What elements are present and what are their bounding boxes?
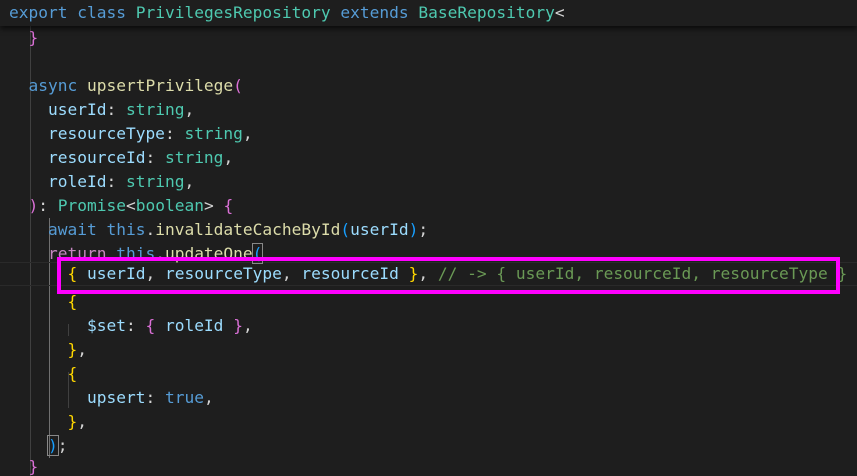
option-value: true [164,388,204,407]
code-line[interactable]: await this.invalidateCacheById(userId); [9,218,428,242]
code-line[interactable]: }, [9,338,87,362]
open-brace: { [145,316,156,335]
param-type: string [164,148,224,167]
comma: , [184,100,195,119]
update-operator: $set [86,316,126,335]
param-type: string [184,124,243,143]
comma: , [77,412,87,431]
semicolon: ; [57,436,68,455]
close-paren: ) [408,220,419,239]
return-type: Promise [57,196,126,215]
code-line[interactable]: } [9,455,39,476]
colon: : [125,316,146,335]
open-paren: ( [340,220,351,239]
code-line[interactable]: { [9,362,77,386]
comma: , [77,340,87,359]
update-field: roleId [164,316,224,335]
close-brace: } [67,340,78,359]
colon: : [38,196,58,215]
open-brace: { [67,364,78,383]
code-editor[interactable]: export class PrivilegesRepository extend… [0,0,857,476]
close-brace: } [233,316,243,335]
code-line[interactable]: userId: string, [9,98,194,122]
close-brace: } [28,457,39,476]
comma: , [184,172,195,191]
close-paren: ) [28,196,39,215]
code-line[interactable]: async upsertPrivilege( [9,74,243,98]
colon: : [106,172,126,191]
open-paren: ( [233,76,243,95]
colon: : [106,100,126,119]
code-line[interactable]: $set: { roleId }, [9,314,253,338]
keyword-async: async [28,76,78,95]
code-line[interactable]: }, [9,410,87,434]
param-name: resourceId [47,148,146,167]
semicolon: ; [418,220,429,239]
code-line[interactable]: resourceType: string, [9,122,253,146]
comma: , [242,316,253,335]
param-name: userId [47,100,107,119]
code-line[interactable]: upsert: true, [9,386,214,410]
param-name: resourceType [47,124,165,143]
close-paren-matched: ) [47,435,59,456]
open-angle-bracket: < [554,3,565,22]
argument: userId [350,220,409,239]
annotation-highlight-box [57,257,840,294]
keyword-await: await [47,220,97,239]
colon: : [145,148,165,167]
sticky-line-class-declaration[interactable]: export class PrivilegesRepository extend… [9,1,565,25]
comma: , [242,124,253,143]
open-brace: { [67,292,78,311]
close-brace: } [67,412,78,431]
code-line[interactable]: ): Promise<boolean> { [9,194,234,218]
param-type: string [125,100,185,119]
param-name: roleId [47,172,107,191]
code-line[interactable]: roleId: string, [9,170,194,194]
sticky-scroll-header[interactable]: export class PrivilegesRepository extend… [0,0,857,26]
method-name: upsertPrivilege [86,76,234,95]
method-call: invalidateCacheById [155,220,341,239]
angle-open: < [125,196,136,215]
keyword-this: this [106,220,146,239]
comma: , [203,388,214,407]
close-brace: } [28,28,39,47]
colon: : [145,388,165,407]
option-key: upsert [86,388,146,407]
return-type-arg: boolean [135,196,204,215]
keyword-extends: extends [340,3,409,22]
code-line[interactable]: } [9,26,39,50]
open-brace: { [223,196,234,215]
code-line[interactable]: resourceId: string, [9,146,233,170]
keyword-class: class [77,3,126,22]
class-name: PrivilegesRepository [135,3,331,22]
base-class-name: BaseRepository [418,3,555,22]
dot: . [145,220,156,239]
comma: , [223,148,234,167]
param-type: string [125,172,185,191]
colon: : [164,124,185,143]
angle-close: > [203,196,224,215]
keyword-export: export [9,3,68,22]
